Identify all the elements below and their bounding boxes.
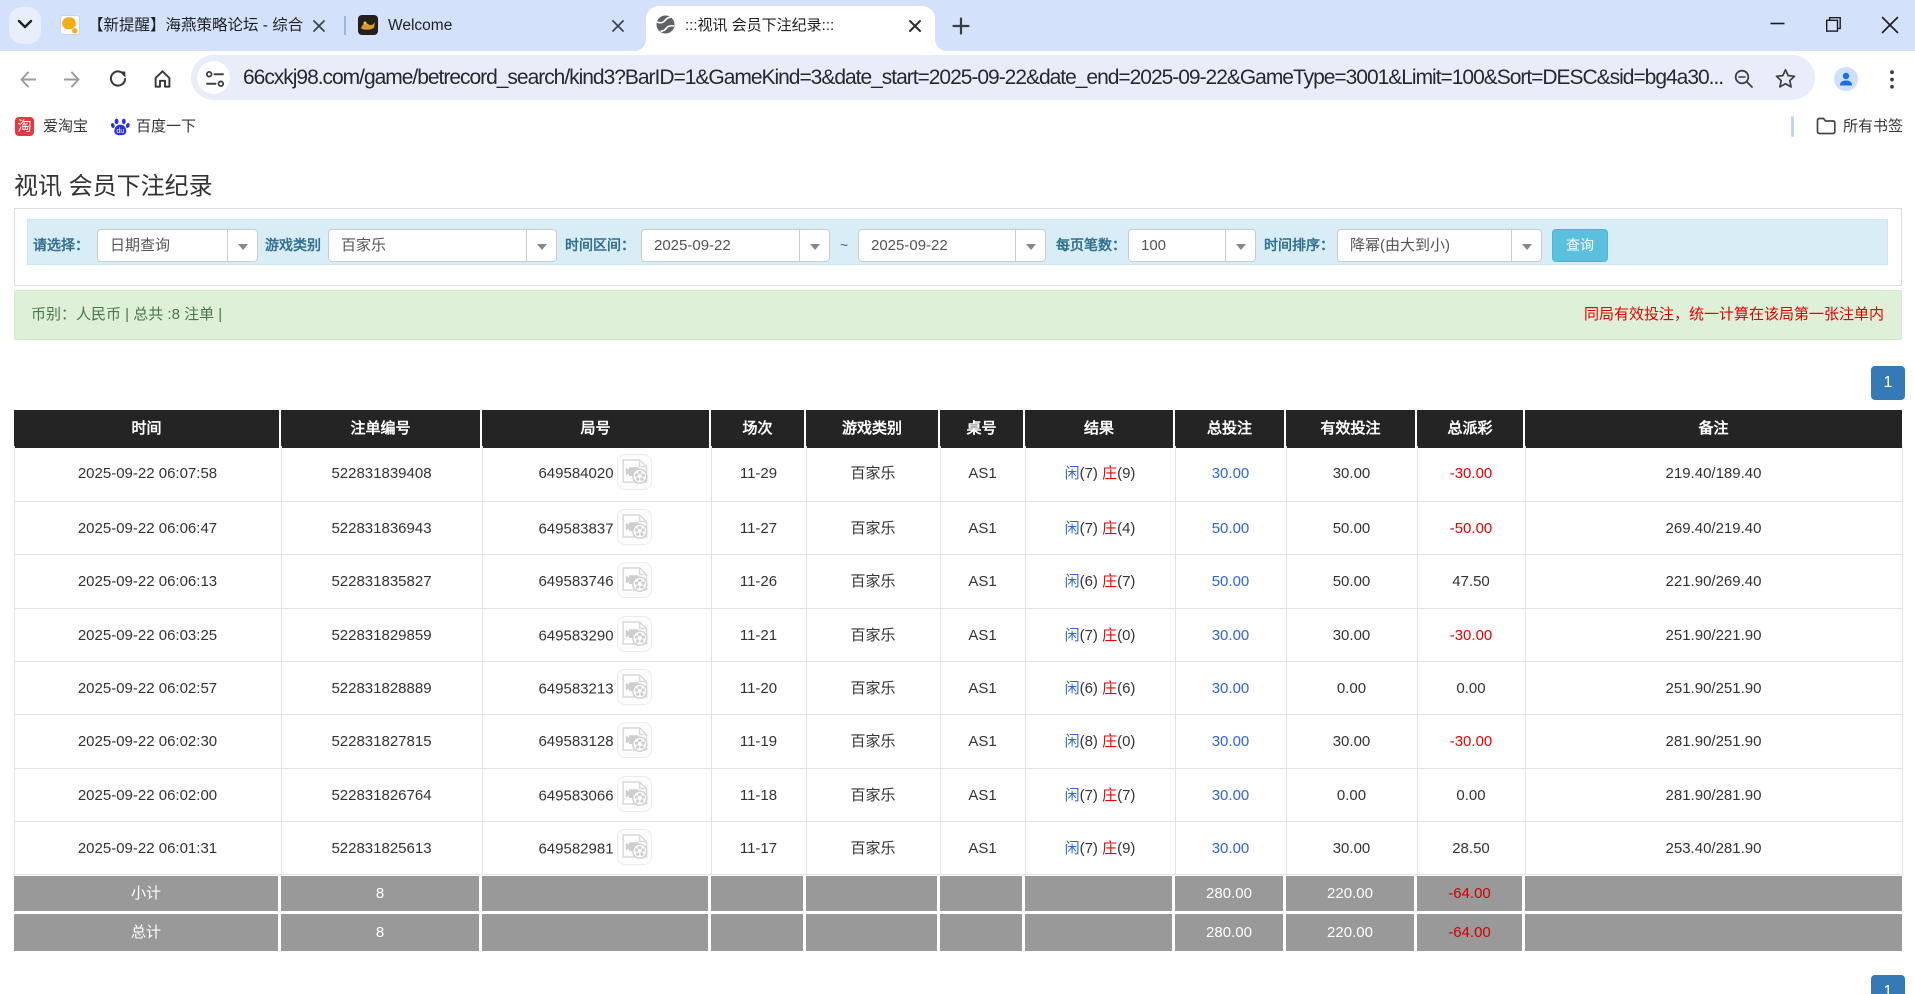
svg-text:du: du	[116, 128, 124, 135]
